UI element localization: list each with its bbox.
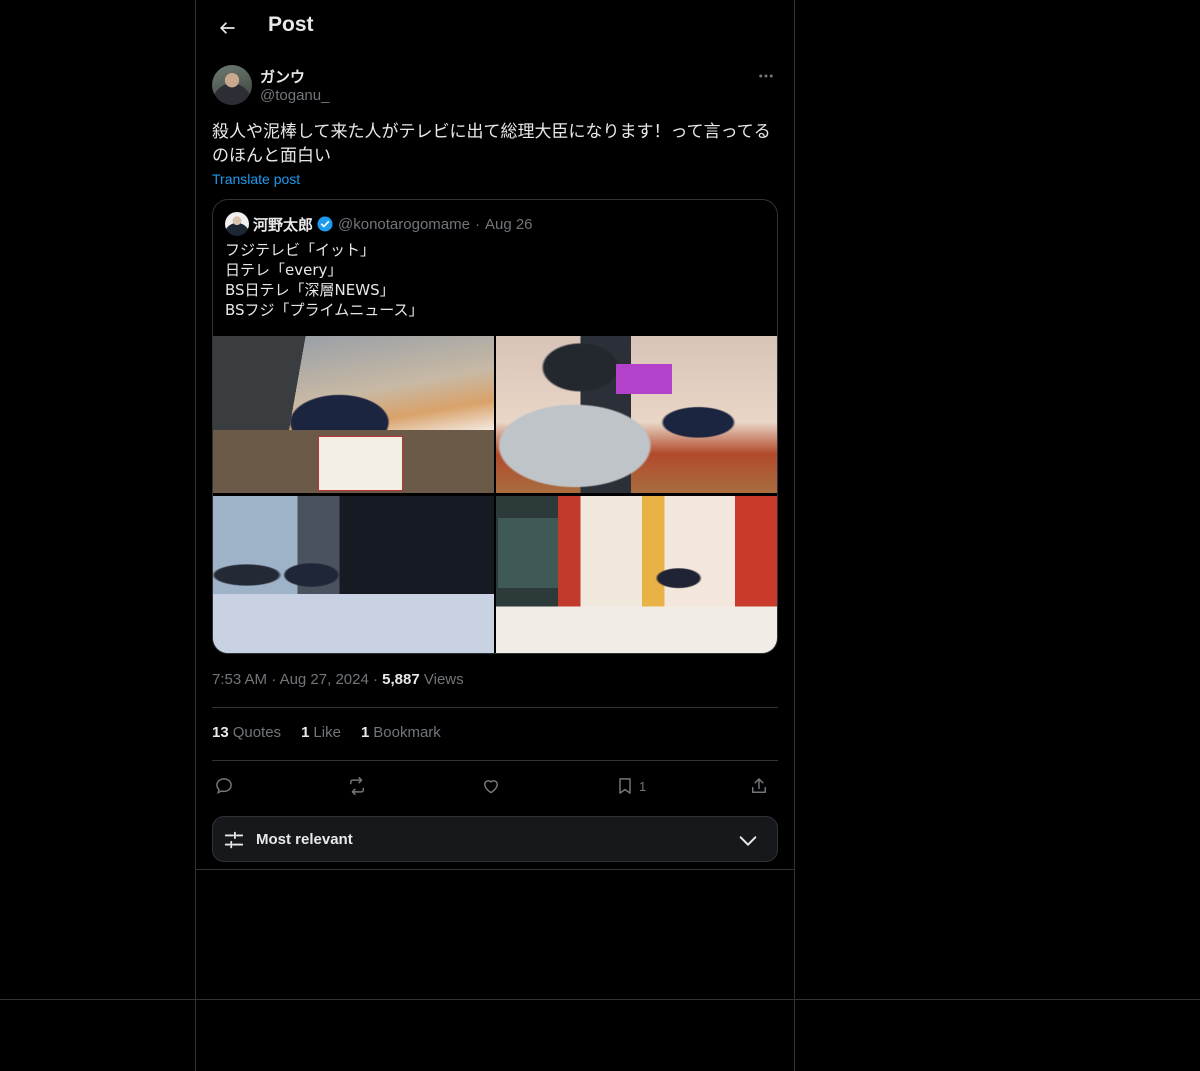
media-photo[interactable]	[213, 496, 494, 653]
page-title: Post	[268, 13, 314, 36]
verified-icon	[317, 216, 333, 232]
quoted-line: BSフジ「プライムニュース」	[225, 301, 424, 319]
chevron-down-icon	[739, 836, 757, 846]
sign-board-shape	[318, 436, 403, 491]
divider	[212, 707, 778, 708]
media-photo[interactable]	[496, 336, 777, 493]
quoted-post-date: Aug 26	[484, 215, 533, 233]
repost-icon	[350, 776, 364, 796]
quoted-author-handle: @konotarogomame	[338, 215, 470, 233]
post-meta: 7:53 AM · Aug 27, 2024 · 5,887 Views	[212, 671, 464, 688]
dot-separator: ·	[474, 215, 480, 233]
quotes-count: 13	[212, 724, 229, 741]
avatar[interactable]	[212, 65, 252, 105]
post-author: ガンウ @toganu_	[212, 64, 778, 106]
likes-label: Like	[313, 724, 341, 741]
quoted-line: 日テレ「every」	[225, 261, 343, 279]
divider	[196, 869, 794, 870]
post-text: 殺人や泥棒して来た人がテレビに出て総理大臣になります！って言ってるのほんと面白い	[212, 122, 771, 166]
top-bar: Post	[196, 0, 794, 54]
views-count: 5,887	[382, 671, 420, 688]
quoted-line: BS日テレ「深層NEWS」	[225, 281, 395, 299]
like-icon	[484, 780, 498, 794]
share-icon	[752, 778, 766, 793]
screen-shape	[498, 518, 558, 588]
repost-button[interactable]	[347, 772, 367, 800]
quoted-avatar	[225, 212, 249, 236]
more-button[interactable]	[754, 64, 778, 88]
media-photo[interactable]	[496, 496, 777, 653]
reply-button[interactable]	[214, 772, 234, 800]
bookmark-count: 1	[639, 778, 647, 794]
screen-shape	[616, 364, 672, 394]
action-bar: 1	[212, 772, 778, 800]
reply-icon	[216, 778, 232, 795]
quoted-line: フジテレビ「イット」	[225, 241, 376, 259]
bookmark-button[interactable]: 1	[615, 772, 646, 800]
likes-count: 1	[301, 724, 310, 741]
post-stats: 13 Quotes 1 Like 1 Bookmark	[212, 724, 441, 741]
sort-label: Most relevant	[256, 831, 353, 848]
quotes-label: Quotes	[232, 724, 282, 741]
back-arrow-icon	[220, 22, 235, 34]
bookmark-icon	[619, 778, 631, 794]
post-time[interactable]: 7:53 AM	[212, 671, 267, 688]
quoted-post-header: 河野太郎 @konotarogomame · Aug 26	[225, 212, 533, 236]
quoted-post[interactable]: 河野太郎 @konotarogomame · Aug 26 フジテレビ「イット」…	[212, 199, 778, 654]
quoted-author-name: 河野太郎	[253, 215, 314, 234]
reply-sort-selector[interactable]: Most relevant	[212, 816, 778, 862]
quoted-post-text: フジテレビ「イット」 日テレ「every」 BS日テレ「深層NEWS」 BSフジ…	[225, 240, 765, 320]
dot-separator: ·	[372, 671, 383, 688]
share-button[interactable]	[749, 772, 769, 800]
divider	[212, 760, 778, 761]
post-date[interactable]: Aug 27, 2024	[280, 671, 369, 688]
author-handle[interactable]: @toganu_	[260, 87, 329, 104]
bookmarks-label: Bookmark	[373, 724, 441, 741]
translate-post-link[interactable]: Translate post	[212, 171, 300, 187]
dot-separator: ·	[271, 671, 280, 688]
more-icon	[759, 74, 773, 78]
likes-stat[interactable]: 1 Like	[301, 724, 341, 741]
bookmarks-stat[interactable]: 1 Bookmark	[361, 724, 441, 741]
author-name[interactable]: ガンウ	[260, 66, 305, 87]
views-label: Views	[423, 671, 464, 688]
back-button[interactable]	[210, 11, 244, 45]
quotes-stat[interactable]: 13 Quotes	[212, 724, 281, 741]
main-column: Post ガンウ @toganu_ 殺人や泥棒して来た人がテレビに出て総理大臣に…	[195, 0, 795, 1071]
media-photo[interactable]	[213, 336, 494, 493]
bookmarks-count: 1	[360, 724, 370, 741]
like-button[interactable]	[481, 772, 501, 800]
sliders-icon	[224, 831, 244, 849]
media-grid	[213, 336, 777, 653]
